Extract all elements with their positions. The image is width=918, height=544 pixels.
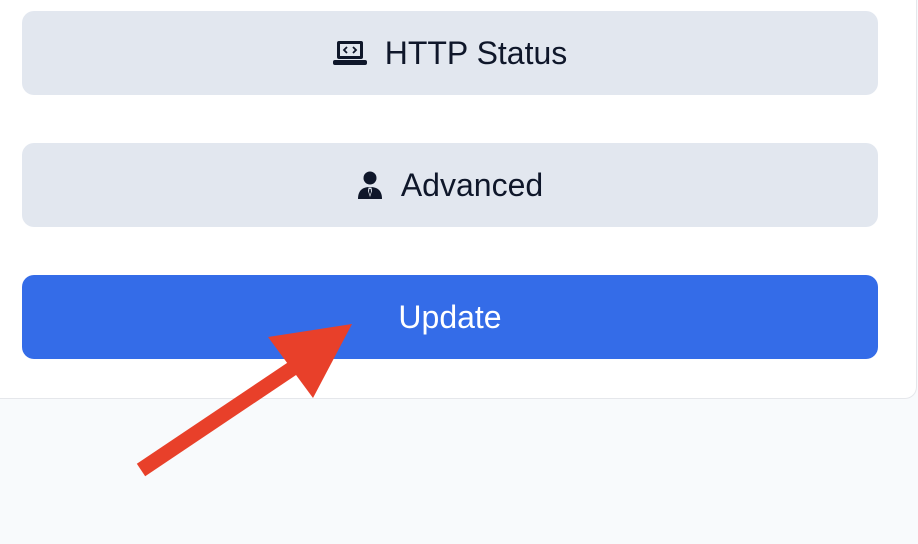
user-tie-icon xyxy=(357,171,383,199)
laptop-code-icon xyxy=(332,40,367,66)
update-button[interactable]: Update xyxy=(22,275,878,359)
http-status-label: HTTP Status xyxy=(384,35,568,71)
http-status-button[interactable]: HTTP Status xyxy=(22,11,878,95)
update-label: Update xyxy=(398,299,502,335)
advanced-button[interactable]: Advanced xyxy=(22,143,878,227)
settings-card: HTTP Status Advanced Update xyxy=(0,0,917,399)
advanced-label: Advanced xyxy=(400,167,544,203)
